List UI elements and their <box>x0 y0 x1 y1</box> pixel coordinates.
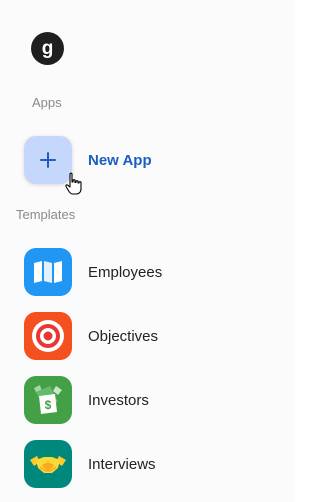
employees-tile[interactable] <box>24 248 72 296</box>
new-app-tile[interactable] <box>24 136 72 184</box>
sidebar: g Apps New App Templates Employees Objec… <box>0 0 294 502</box>
template-investors[interactable]: $ Investors <box>24 376 149 424</box>
objectives-tile[interactable] <box>24 312 72 360</box>
objectives-label[interactable]: Objectives <box>88 328 158 345</box>
investors-label[interactable]: Investors <box>88 392 149 409</box>
employees-label[interactable]: Employees <box>88 264 162 281</box>
template-objectives[interactable]: Objectives <box>24 312 158 360</box>
template-employees[interactable]: Employees <box>24 248 162 296</box>
plus-icon <box>40 152 56 168</box>
brand-logo-letter: g <box>41 38 54 59</box>
investors-tile[interactable]: $ <box>24 376 72 424</box>
template-interviews[interactable]: Interviews <box>24 440 156 488</box>
new-app-label[interactable]: New App <box>88 152 152 169</box>
svg-text:$: $ <box>45 398 52 412</box>
apps-section-label: Apps <box>32 95 62 110</box>
map-icon <box>34 261 62 283</box>
new-app-button[interactable]: New App <box>24 136 152 184</box>
interviews-label[interactable]: Interviews <box>88 456 156 473</box>
target-icon <box>32 320 64 352</box>
money-icon: $ <box>34 385 62 414</box>
handshake-icon <box>30 456 66 473</box>
brand-logo[interactable]: g <box>31 32 64 65</box>
templates-section-label: Templates <box>16 207 76 222</box>
interviews-tile[interactable] <box>24 440 72 488</box>
